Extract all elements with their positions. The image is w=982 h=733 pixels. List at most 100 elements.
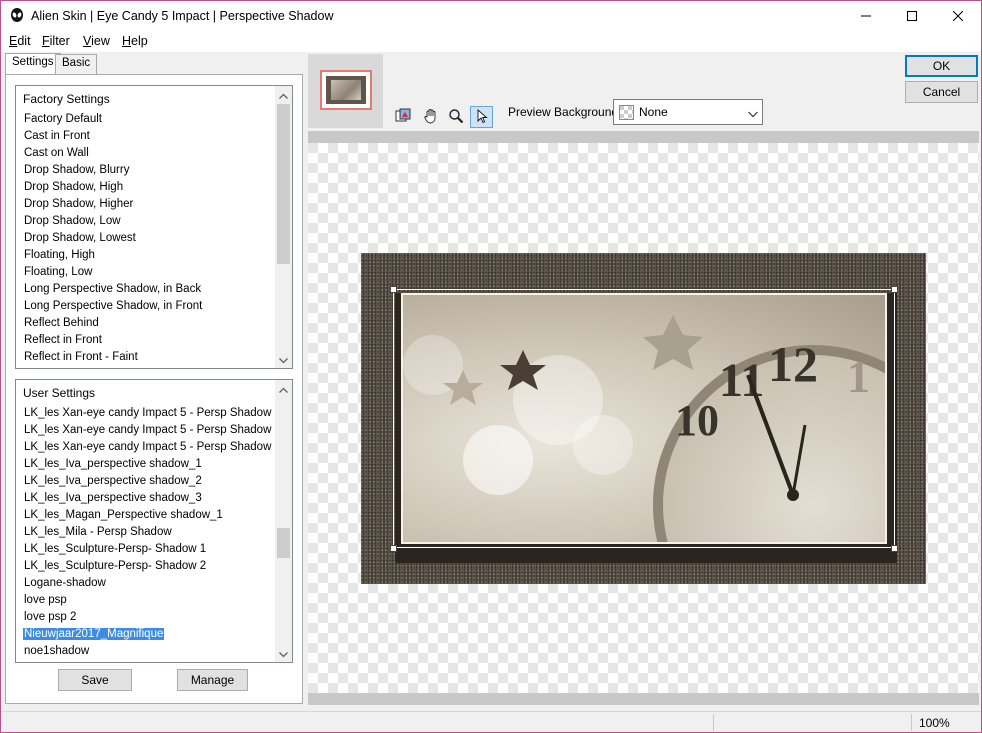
list-item-label: love psp 2 [24,611,77,623]
selection-handle[interactable] [390,545,397,552]
list-item[interactable]: love psp [16,592,275,609]
menu-bar: Edit Filter View Help [1,32,981,52]
close-icon [952,10,964,24]
list-item[interactable]: Drop Shadow, High [16,179,275,196]
navigator-thumbnail-area [308,54,383,128]
menu-help-label: elp [131,34,148,48]
list-item[interactable]: noe1shadow [16,643,275,660]
list-item-label: LK_les Xan-eye candy Impact 5 - Persp Sh… [24,424,275,436]
list-item[interactable]: LK_les Xan-eye candy Impact 5 - Persp Sh… [16,405,275,422]
list-item[interactable]: Reflect Behind [16,315,275,332]
scroll-thumb[interactable] [277,104,290,264]
list-item[interactable]: LK_les Xan-eye candy Impact 5 - Persp Sh… [16,422,275,439]
preview-background-label: Preview Background: [508,105,622,119]
list-item-label: Cast on Wall [24,147,89,159]
chevron-down-icon [279,353,288,367]
factory-settings-list[interactable]: Factory Settings Factory Default Cast in … [15,85,293,369]
chevron-down-icon [748,107,758,121]
list-item[interactable]: Long Perspective Shadow, in Front [16,298,275,315]
navigator-thumbnail[interactable] [320,70,372,110]
list-item[interactable]: LK_les_Iva_perspective shadow_1 [16,456,275,473]
factory-settings-header: Factory Settings [23,92,110,106]
list-item-label: Drop Shadow, High [24,181,124,193]
list-item-label: Nieuwjaar2017_Magnifique [21,627,166,641]
user-scrollbar[interactable] [275,380,292,662]
list-item[interactable]: Drop Shadow, Lowest [16,230,275,247]
list-item-label: Reflect Behind [24,317,99,329]
minimize-button[interactable] [843,1,889,32]
scroll-down-button[interactable] [275,645,292,662]
list-item[interactable]: Nieuwjaar2017_Magnifique [16,626,275,643]
menu-filter-label: ilter [49,34,70,48]
list-item-label: LK_les_Sculpture-Persp- Shadow 1 [24,543,207,555]
zoom-tool-button[interactable] [444,106,467,128]
menu-help[interactable]: Help [122,34,148,48]
scroll-down-button[interactable] [275,351,292,368]
menu-help-accel: H [122,34,132,48]
manage-button[interactable]: Manage [177,669,248,691]
list-item[interactable]: Drop Shadow, Blurry [16,162,275,179]
tab-basic[interactable]: Basic [55,54,98,74]
user-settings-list[interactable]: User Settings LK_les Xan-eye candy Impac… [15,379,293,663]
list-item[interactable]: Cast on Wall [16,145,275,162]
list-item-label: LK_les Xan-eye candy Impact 5 - Persp Sh… [24,441,275,453]
list-item[interactable]: Long Perspective Shadow, in Back [16,281,275,298]
preview-canvas[interactable]: 10 11 12 1 [308,143,979,693]
list-item[interactable]: Floating, High [16,247,275,264]
list-item[interactable]: LK_les Xan-eye candy Impact 5 - Persp Sh… [16,439,275,456]
list-item[interactable]: Factory Default [16,111,275,128]
list-item-label: LK_les_Iva_perspective shadow_1 [24,458,202,470]
list-item-label: Drop Shadow, Blurry [24,164,130,176]
list-item[interactable]: Logane-shadow [16,575,275,592]
list-item[interactable]: LK_les_Magan_Perspective shadow_1 [16,507,275,524]
ok-button[interactable]: OK [905,55,978,77]
selection-handle[interactable] [390,286,397,293]
list-item[interactable]: LK_les_Sculpture-Persp- Shadow 1 [16,541,275,558]
tab-settings[interactable]: Settings [5,53,61,74]
app-window: Alien Skin | Eye Candy 5 Impact | Perspe… [0,0,982,733]
list-item-label: Reflect in Front [24,334,102,346]
list-item[interactable]: LK_les_Iva_perspective shadow_3 [16,490,275,507]
list-item-label: Factory Default [24,113,102,125]
list-item[interactable]: Drop Shadow, Low [16,213,275,230]
list-item[interactable]: LK_les_Sculpture-Persp- Shadow 2 [16,558,275,575]
checker-swatch-icon [619,105,634,120]
menu-view[interactable]: View [83,34,110,48]
list-item[interactable]: love psp 2 [16,609,275,626]
maximize-button[interactable] [889,1,935,32]
user-settings-items: LK_les Xan-eye candy Impact 5 - Persp Sh… [16,405,275,660]
cancel-button[interactable]: Cancel [905,81,978,103]
list-item[interactable]: Cast in Front [16,128,275,145]
list-item-label: Drop Shadow, Lowest [24,232,136,244]
list-item[interactable]: Reflect in Front - Faint [16,349,275,366]
preview-toggle-button[interactable] [391,106,414,128]
menu-edit[interactable]: Edit [9,34,31,48]
select-tool-button[interactable] [470,106,493,128]
preview-top-border [308,131,979,143]
scroll-thumb[interactable] [277,528,290,558]
list-item-label: Floating, High [24,249,95,261]
preview-image-frame: 10 11 12 1 [361,253,926,584]
preview-background-select[interactable]: None [613,99,763,125]
scroll-up-button[interactable] [275,380,292,397]
factory-settings-viewport: Factory Settings Factory Default Cast in … [16,86,275,368]
list-item-label: Drop Shadow, Low [24,215,121,227]
scroll-up-button[interactable] [275,86,292,103]
factory-scrollbar[interactable] [275,86,292,368]
selection-handle[interactable] [891,286,898,293]
close-button[interactable] [935,1,981,32]
list-item[interactable]: LK_les_Iva_perspective shadow_2 [16,473,275,490]
list-item-label: Cast in Front [24,130,90,142]
list-item[interactable]: Floating, Low [16,264,275,281]
selection-box[interactable] [393,289,895,548]
alien-skin-logo-icon [9,8,25,24]
menu-filter[interactable]: Filter [42,34,70,48]
list-item[interactable]: Drop Shadow, Higher [16,196,275,213]
list-item-label: Logane-shadow [24,577,106,589]
list-item[interactable]: Reflect in Front [16,332,275,349]
selection-handle[interactable] [891,545,898,552]
save-button[interactable]: Save [58,669,132,691]
list-item[interactable]: LK_les_Mila - Persp Shadow [16,524,275,541]
list-item-label: Reflect in Front - Faint [24,351,138,363]
hand-tool-button[interactable] [419,106,442,128]
